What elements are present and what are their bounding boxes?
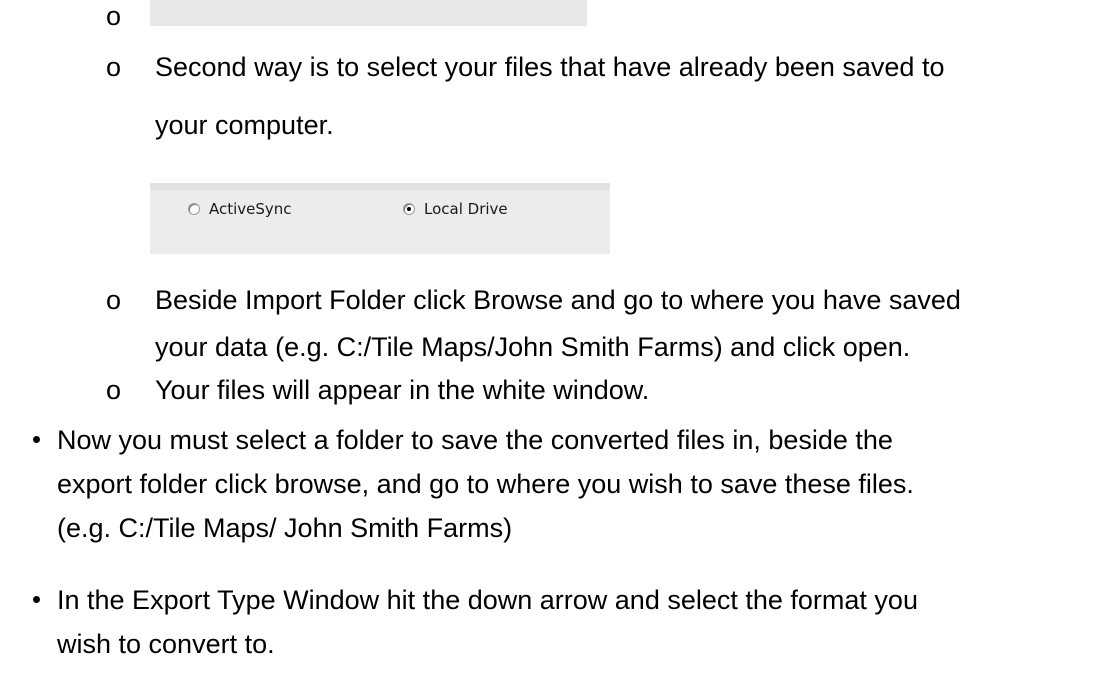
import-folder-text-line-1: Beside Import Folder click Browse and go…	[155, 285, 961, 315]
local-drive-option[interactable]: Local Drive	[403, 200, 508, 218]
export-folder-text-line-1: Now you must select a folder to save the…	[57, 425, 893, 455]
export-folder-text-line-3: (e.g. C:/Tile Maps/ John Smith Farms)	[57, 513, 513, 543]
files-appear-text: Your files will appear in the white wind…	[155, 375, 650, 405]
sub-bullet-marker: o	[106, 1, 122, 31]
second-way-text-line-2: your computer.	[155, 110, 334, 140]
activesync-label: ActiveSync	[209, 200, 292, 218]
local-drive-label: Local Drive	[424, 200, 508, 218]
sub-bullet-marker: o	[106, 285, 122, 315]
cropped-screenshot-image	[150, 0, 587, 26]
local-drive-radio[interactable]	[403, 203, 415, 215]
main-bullet-marker	[33, 436, 40, 443]
sub-bullet-marker: o	[106, 375, 122, 405]
activesync-radio[interactable]	[188, 203, 200, 215]
second-way-text-line-1: Second way is to select your files that …	[155, 52, 945, 82]
export-type-text-line-1: In the Export Type Window hit the down a…	[57, 585, 918, 615]
export-type-text-line-2: wish to convert to.	[57, 629, 275, 659]
radio-selected-dot	[407, 207, 411, 211]
source-selection-screenshot: ActiveSync Local Drive	[150, 183, 610, 254]
export-folder-text-line-2: export folder click browse, and go to wh…	[57, 469, 914, 499]
import-folder-text-line-2: your data (e.g. C:/Tile Maps/John Smith …	[155, 332, 911, 362]
main-bullet-marker	[33, 596, 40, 603]
activesync-option[interactable]: ActiveSync	[188, 200, 292, 218]
sub-bullet-marker: o	[106, 52, 122, 82]
